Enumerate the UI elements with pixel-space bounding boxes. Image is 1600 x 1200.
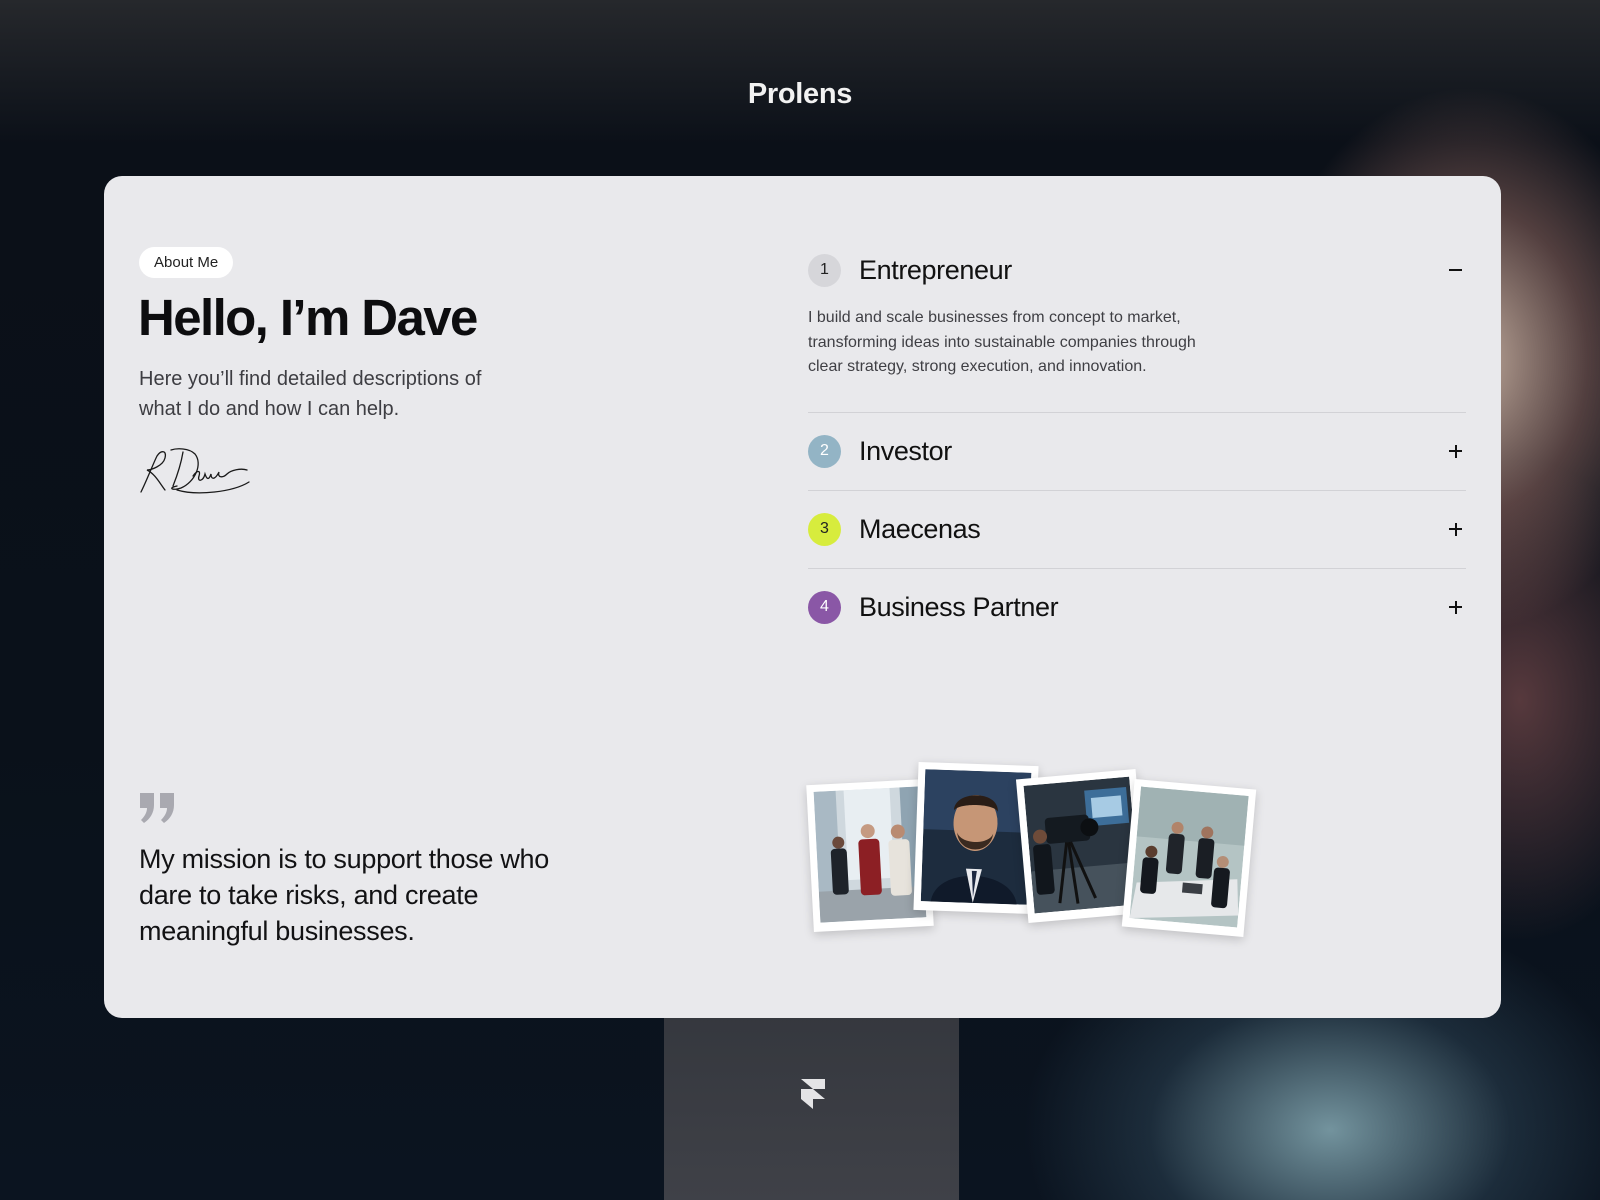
boardroom-photo[interactable] [1121, 778, 1257, 938]
accordion-title: Business Partner [859, 591, 1059, 622]
accordion-item-investor: 2 Investor [808, 413, 1466, 491]
framer-logo-icon[interactable] [801, 1079, 825, 1113]
number-badge: 1 [808, 253, 841, 287]
roles-accordion: 1 Entrepreneur I build and scale busines… [808, 246, 1466, 646]
plus-icon[interactable] [1446, 597, 1466, 617]
plus-icon[interactable] [1446, 519, 1466, 539]
page-title: Hello, I’m Dave [138, 289, 478, 346]
site-title[interactable]: Prolens [0, 78, 1600, 111]
accordion-header-investor[interactable]: 2 Investor [808, 413, 1466, 490]
number-badge: 3 [808, 512, 841, 546]
number-badge: 2 [808, 434, 841, 468]
quote-icon [140, 793, 174, 823]
about-me-pill: About Me [139, 247, 234, 278]
accordion-title: Investor [859, 435, 952, 466]
accordion-title: Entrepreneur [859, 254, 1012, 285]
intro-text: Here you’ll find detailed descriptions o… [139, 368, 482, 420]
mission-statement: My mission is to support those who dare … [139, 844, 549, 946]
accordion-header-entrepreneur[interactable]: 1 Entrepreneur [808, 246, 1466, 294]
plus-icon[interactable] [1446, 441, 1466, 461]
number-badge: 4 [808, 590, 841, 624]
accordion-header-business-partner[interactable]: 4 Business Partner [808, 569, 1466, 646]
accordion-item-entrepreneur: 1 Entrepreneur I build and scale busines… [808, 246, 1466, 413]
accordion-title: Maecenas [859, 513, 981, 544]
photo-gallery [804, 761, 1274, 956]
accordion-item-business-partner: 4 Business Partner [808, 569, 1466, 646]
minus-icon[interactable] [1446, 260, 1466, 280]
about-card: About Me Hello, I’m Dave Here you’ll fin… [104, 176, 1501, 1018]
accordion-header-maecenas[interactable]: 3 Maecenas [808, 491, 1466, 568]
signature-icon [140, 448, 250, 494]
accordion-description: I build and scale businesses from concep… [808, 309, 1196, 375]
accordion-item-maecenas: 3 Maecenas [808, 491, 1466, 569]
